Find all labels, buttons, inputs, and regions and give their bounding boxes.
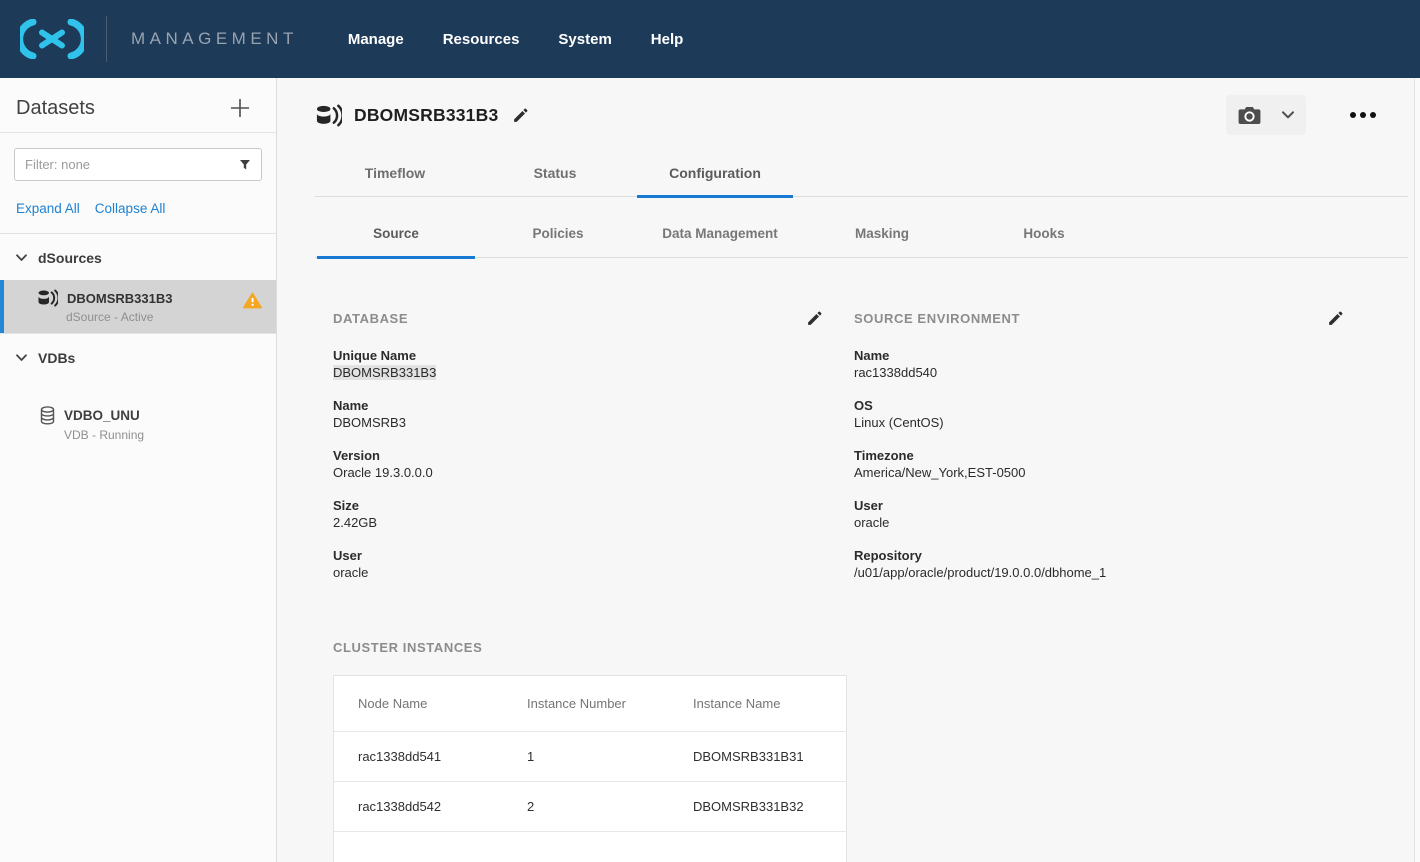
menu-help[interactable]: Help bbox=[651, 31, 684, 48]
database-section: DATABASE Unique Name DBOMSRB331B3 bbox=[333, 310, 823, 581]
group-label: dSources bbox=[38, 250, 102, 266]
sidebar-group-vdbs[interactable]: VDBs bbox=[0, 334, 276, 380]
source-environment-section-title: SOURCE ENVIRONMENT bbox=[854, 311, 1020, 326]
edit-source-environment-pencil-icon[interactable] bbox=[1327, 310, 1344, 327]
edit-title-pencil-icon[interactable] bbox=[512, 107, 529, 124]
sidebar-item-vdbo-unu[interactable]: VDBO_UNU VDB - Running bbox=[0, 394, 276, 454]
cluster-instances-table: Node Name Instance Number Instance Name … bbox=[333, 675, 847, 862]
tab-configuration[interactable]: Configuration bbox=[635, 165, 795, 196]
subtab-hooks[interactable]: Hooks bbox=[963, 197, 1125, 257]
datasets-sidebar: Datasets Expand All Collapse All bbox=[0, 78, 277, 862]
field-user: User oracle bbox=[333, 547, 823, 581]
field-os: OS Linux (CentOS) bbox=[854, 397, 1344, 431]
cell-node-name: rac1338dd542 bbox=[358, 799, 527, 814]
chevron-down-icon bbox=[16, 354, 27, 362]
dataset-name: DBOMSRB331B3 bbox=[67, 291, 172, 306]
sidebar-divider bbox=[0, 132, 276, 133]
delphix-management-window: MANAGEMENT Manage Resources System Help … bbox=[0, 0, 1420, 862]
cluster-instances-title: CLUSTER INSTANCES bbox=[333, 640, 482, 655]
menu-system[interactable]: System bbox=[558, 31, 611, 48]
menu-manage[interactable]: Manage bbox=[348, 31, 404, 48]
column-node-name: Node Name bbox=[358, 696, 527, 711]
page-title: DBOMSRB331B3 bbox=[354, 105, 498, 126]
cell-instance-name: DBOMSRB331B32 bbox=[693, 799, 846, 814]
dataset-status: VDB - Running bbox=[64, 428, 276, 442]
table-row[interactable]: rac1338dd542 2 DBOMSRB331B32 bbox=[334, 782, 846, 832]
chevron-down-icon bbox=[16, 254, 27, 262]
cluster-instances-section: CLUSTER INSTANCES Node Name Instance Num… bbox=[333, 639, 1420, 862]
field-version: Version Oracle 19.3.0.0.0 bbox=[333, 447, 823, 481]
dsource-icon-large bbox=[315, 104, 342, 127]
navbar-divider bbox=[106, 16, 107, 62]
column-instance-name: Instance Name bbox=[693, 696, 846, 711]
field-name: Name DBOMSRB3 bbox=[333, 397, 823, 431]
main-tabs: Timeflow Status Configuration bbox=[315, 165, 1408, 197]
table-header-row: Node Name Instance Number Instance Name bbox=[334, 676, 846, 732]
chevron-down-icon[interactable] bbox=[1282, 111, 1294, 119]
navbar-menu: Manage Resources System Help bbox=[348, 31, 683, 48]
cell-instance-number: 1 bbox=[527, 749, 693, 764]
field-timezone: Timezone America/New_York,EST-0500 bbox=[854, 447, 1344, 481]
field-env-name: Name rac1338dd540 bbox=[854, 347, 1344, 381]
main-content: DBOMSRB331B3 bbox=[277, 78, 1420, 862]
camera-icon bbox=[1238, 106, 1261, 125]
tab-timeflow[interactable]: Timeflow bbox=[315, 165, 475, 196]
sidebar-group-dsources[interactable]: dSources bbox=[0, 234, 276, 280]
sidebar-item-dbomsrb331b3[interactable]: DBOMSRB331B3 dSource - Active bbox=[0, 280, 276, 333]
menu-resources[interactable]: Resources bbox=[443, 31, 520, 48]
warning-icon[interactable] bbox=[243, 292, 262, 309]
delphix-logo-icon bbox=[20, 19, 84, 59]
cell-instance-number: 2 bbox=[527, 799, 693, 814]
field-env-user: User oracle bbox=[854, 497, 1344, 531]
collapse-all-link[interactable]: Collapse All bbox=[95, 201, 166, 216]
subtab-source[interactable]: Source bbox=[315, 197, 477, 257]
dataset-header: DBOMSRB331B3 bbox=[315, 78, 1420, 135]
column-instance-number: Instance Number bbox=[527, 696, 693, 711]
vdb-database-icon bbox=[40, 406, 55, 425]
source-environment-section: SOURCE ENVIRONMENT Name rac1338dd540 bbox=[854, 310, 1344, 581]
dataset-name: VDBO_UNU bbox=[64, 408, 140, 423]
group-label: VDBs bbox=[38, 350, 75, 366]
more-actions-button[interactable] bbox=[1348, 106, 1378, 124]
expand-all-link[interactable]: Expand All bbox=[16, 201, 80, 216]
add-dataset-button[interactable] bbox=[228, 96, 252, 120]
database-section-title: DATABASE bbox=[333, 311, 408, 326]
cell-node-name: rac1338dd541 bbox=[358, 749, 527, 764]
field-unique-name: Unique Name DBOMSRB331B3 bbox=[333, 347, 823, 381]
app-title: MANAGEMENT bbox=[131, 29, 298, 49]
edit-database-pencil-icon[interactable] bbox=[806, 310, 823, 327]
sidebar-title: Datasets bbox=[16, 97, 95, 120]
field-repository: Repository /u01/app/oracle/product/19.0.… bbox=[854, 547, 1344, 581]
subtab-data-management[interactable]: Data Management bbox=[639, 197, 801, 257]
tab-status[interactable]: Status bbox=[475, 165, 635, 196]
dsource-icon bbox=[37, 289, 58, 307]
table-row[interactable]: rac1338dd541 1 DBOMSRB331B31 bbox=[334, 732, 846, 782]
field-size: Size 2.42GB bbox=[333, 497, 823, 531]
cell-instance-name: DBOMSRB331B31 bbox=[693, 749, 846, 764]
subtab-policies[interactable]: Policies bbox=[477, 197, 639, 257]
filter-input[interactable] bbox=[14, 148, 262, 181]
top-navbar: MANAGEMENT Manage Resources System Help bbox=[0, 0, 1420, 78]
configuration-subtabs: Source Policies Data Management Masking … bbox=[315, 197, 1408, 258]
table-empty-space bbox=[334, 832, 846, 862]
highlighted-value: DBOMSRB331B3 bbox=[333, 365, 436, 380]
snapshot-button[interactable] bbox=[1226, 95, 1306, 135]
vertical-scrollbar[interactable] bbox=[1414, 78, 1420, 862]
filter-funnel-icon[interactable] bbox=[239, 159, 251, 171]
subtab-masking[interactable]: Masking bbox=[801, 197, 963, 257]
dataset-status: dSource - Active bbox=[66, 310, 276, 324]
